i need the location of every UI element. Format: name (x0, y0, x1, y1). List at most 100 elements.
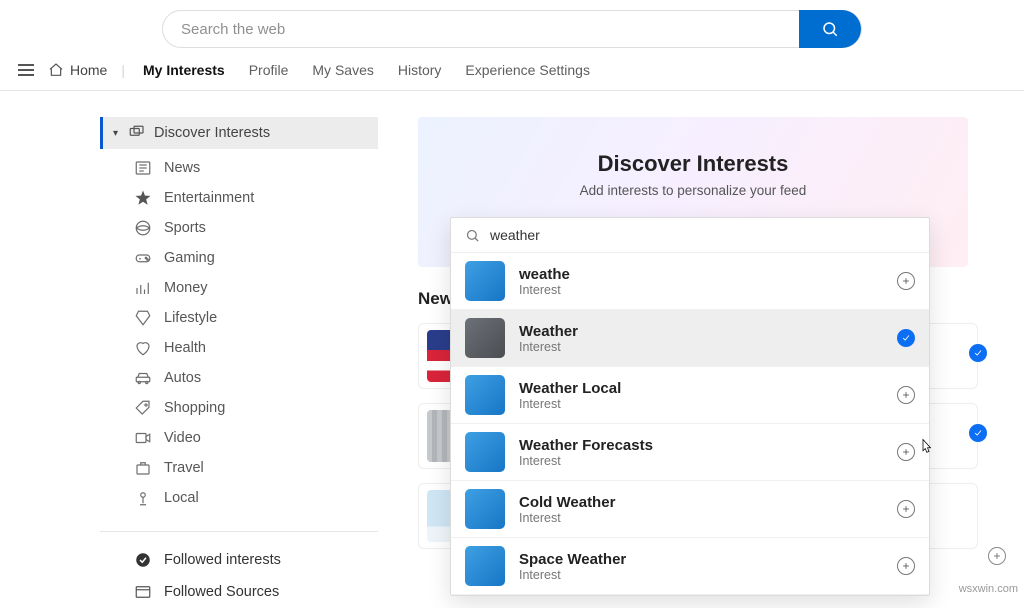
suggestion-add-button[interactable] (897, 557, 915, 575)
sidebar-item-video[interactable]: Video (134, 423, 378, 453)
suggestion-text: Weather Local Interest (519, 380, 883, 411)
menu-button[interactable] (14, 60, 38, 80)
suggestion-title: Cold Weather (519, 494, 883, 511)
sidebar-item-label: Health (164, 340, 206, 356)
sidebar: ▾ Discover Interests News Entertainment … (100, 117, 378, 608)
sidebar-item-label: Money (164, 280, 208, 296)
sidebar-item-autos[interactable]: Autos (134, 363, 378, 393)
suggestion-item[interactable]: Weather Interest (451, 310, 929, 367)
suggestion-thumb (465, 375, 505, 415)
sidebar-item-local[interactable]: Local (134, 483, 378, 513)
plus-icon (901, 561, 911, 571)
suggestion-title: Weather Local (519, 380, 883, 397)
cards-icon (128, 124, 146, 142)
plus-icon (901, 447, 911, 457)
hero-subtitle: Add interests to personalize your feed (580, 183, 807, 198)
hero-title: Discover Interests (598, 151, 789, 177)
sidebar-item-money[interactable]: Money (134, 273, 378, 303)
sidebar-item-label: Followed Sources (164, 584, 279, 600)
tab-experience-settings[interactable]: Experience Settings (465, 62, 590, 78)
tab-profile[interactable]: Profile (249, 62, 289, 78)
top-nav: Home | My Interests Profile My Saves His… (0, 54, 1024, 91)
suggestion-type: Interest (519, 568, 883, 582)
sidebar-item-lifestyle[interactable]: Lifestyle (134, 303, 378, 333)
plus-icon (901, 504, 911, 514)
sidebar-item-label: Entertainment (164, 190, 254, 206)
plus-icon (901, 276, 911, 286)
suggestion-title: Space Weather (519, 551, 883, 568)
nav-divider: | (121, 62, 125, 78)
sidebar-discover-header[interactable]: ▾ Discover Interests (100, 117, 378, 149)
nav-tabs: My Interests Profile My Saves History Ex… (143, 62, 590, 78)
sidebar-item-news[interactable]: News (134, 153, 378, 183)
suggestion-type: Interest (519, 454, 883, 468)
tab-history[interactable]: History (398, 62, 442, 78)
search-button[interactable] (799, 10, 861, 48)
suggestion-type: Interest (519, 340, 883, 354)
sidebar-item-sports[interactable]: Sports (134, 213, 378, 243)
suggestion-thumb (465, 546, 505, 586)
sidebar-item-health[interactable]: Health (134, 333, 378, 363)
suggestion-search-row[interactable]: weather (451, 218, 929, 253)
heart-icon (134, 339, 152, 357)
sidebar-header-label: Discover Interests (154, 125, 270, 141)
content-area: Discover Interests Add interests to pers… (418, 117, 1004, 608)
main-area: ▾ Discover Interests News Entertainment … (0, 91, 1024, 608)
sidebar-item-label: Shopping (164, 400, 225, 416)
home-link[interactable]: Home (48, 62, 107, 78)
tab-my-saves[interactable]: My Saves (312, 62, 373, 78)
suggestion-item[interactable]: Cold Weather Interest (451, 481, 929, 538)
sidebar-item-gaming[interactable]: Gaming (134, 243, 378, 273)
sidebar-item-label: Autos (164, 370, 201, 386)
search-box (162, 10, 862, 48)
plus-icon (901, 390, 911, 400)
check-icon (973, 428, 983, 438)
home-icon (48, 62, 64, 78)
suggestion-thumb (465, 318, 505, 358)
sidebar-item-travel[interactable]: Travel (134, 453, 378, 483)
sidebar-item-label: Lifestyle (164, 310, 217, 326)
gamepad-icon (134, 249, 152, 267)
suggestion-text: Space Weather Interest (519, 551, 883, 582)
sidebar-item-label: Gaming (164, 250, 215, 266)
sidebar-followed-sources[interactable]: Followed Sources (134, 576, 378, 608)
sidebar-separator (100, 531, 378, 532)
tag-icon (134, 399, 152, 417)
suggestion-text: Cold Weather Interest (519, 494, 883, 525)
check-icon (973, 348, 983, 358)
check-icon (901, 333, 911, 343)
suggestion-add-button[interactable] (897, 443, 915, 461)
card-followed-badge[interactable] (969, 424, 987, 442)
suggestion-text: Weather Forecasts Interest (519, 437, 883, 468)
sidebar-item-shopping[interactable]: Shopping (134, 393, 378, 423)
suggestion-selected-badge[interactable] (897, 329, 915, 347)
caret-down-icon: ▾ (113, 128, 118, 139)
sidebar-item-label: News (164, 160, 200, 176)
suggestion-item[interactable]: Weather Forecasts Interest (451, 424, 929, 481)
video-icon (134, 429, 152, 447)
add-button-behind[interactable] (988, 547, 1006, 565)
suggestion-item[interactable]: Space Weather Interest (451, 538, 929, 595)
sidebar-item-entertainment[interactable]: Entertainment (134, 183, 378, 213)
sources-icon (134, 583, 152, 601)
suggestion-title: Weather Forecasts (519, 437, 883, 454)
sidebar-item-label: Sports (164, 220, 206, 236)
sidebar-categories: News Entertainment Sports Gaming Money L… (100, 149, 378, 523)
suggestion-add-button[interactable] (897, 500, 915, 518)
sidebar-item-label: Local (164, 490, 199, 506)
search-bar-row (0, 0, 1024, 54)
card-followed-badge[interactable] (969, 344, 987, 362)
sidebar-followed-interests[interactable]: Followed interests (134, 544, 378, 576)
news-icon (134, 159, 152, 177)
suggestion-thumb (465, 432, 505, 472)
suggestion-item[interactable]: Weather Local Interest (451, 367, 929, 424)
car-icon (134, 369, 152, 387)
tab-my-interests[interactable]: My Interests (143, 62, 225, 78)
suggestion-type: Interest (519, 397, 883, 411)
suggestion-add-button[interactable] (897, 272, 915, 290)
search-icon (465, 228, 480, 243)
suggestion-item[interactable]: weathe Interest (451, 253, 929, 310)
search-input[interactable] (163, 21, 799, 38)
sidebar-item-label: Followed interests (164, 552, 281, 568)
suggestion-add-button[interactable] (897, 386, 915, 404)
